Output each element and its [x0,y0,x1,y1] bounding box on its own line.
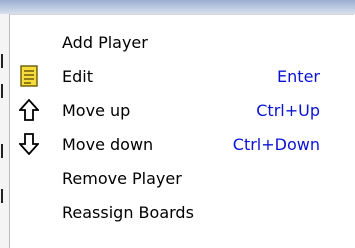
menu-item-shortcut: Ctrl+Up [256,100,320,120]
background-window-titlebar [0,0,355,14]
menu-item-label: Add Player [62,32,148,52]
background-window-edge [0,14,9,248]
menu-item-label: Move up [62,100,131,120]
empty-icon-slot [10,27,48,57]
menu-item-edit[interactable]: Edit Enter [10,61,354,91]
menu-item-reassign-boards[interactable]: Reassign Boards [10,197,354,227]
context-menu: Add Player Edit Enter Move up Ctrl+Up Mo… [9,14,354,248]
menu-item-move-up[interactable]: Move up Ctrl+Up [10,95,354,125]
background-tick [1,84,3,98]
arrow-down-icon [10,129,48,159]
arrow-up-icon [10,95,48,125]
menu-item-label: Remove Player [62,168,182,188]
background-tick [1,189,3,203]
menu-item-add-player[interactable]: Add Player [10,27,354,57]
menu-item-label: Edit [62,66,93,86]
background-tick [1,144,3,158]
empty-icon-slot [10,197,48,227]
menu-item-shortcut: Enter [277,66,320,86]
menu-item-label: Move down [62,134,154,154]
menu-item-move-down[interactable]: Move down Ctrl+Down [10,129,354,159]
edit-note-icon [10,61,48,91]
background-tick [1,54,3,68]
menu-item-label: Reassign Boards [62,202,194,222]
menu-item-remove-player[interactable]: Remove Player [10,163,354,193]
menu-item-shortcut: Ctrl+Down [232,134,320,154]
empty-icon-slot [10,163,48,193]
